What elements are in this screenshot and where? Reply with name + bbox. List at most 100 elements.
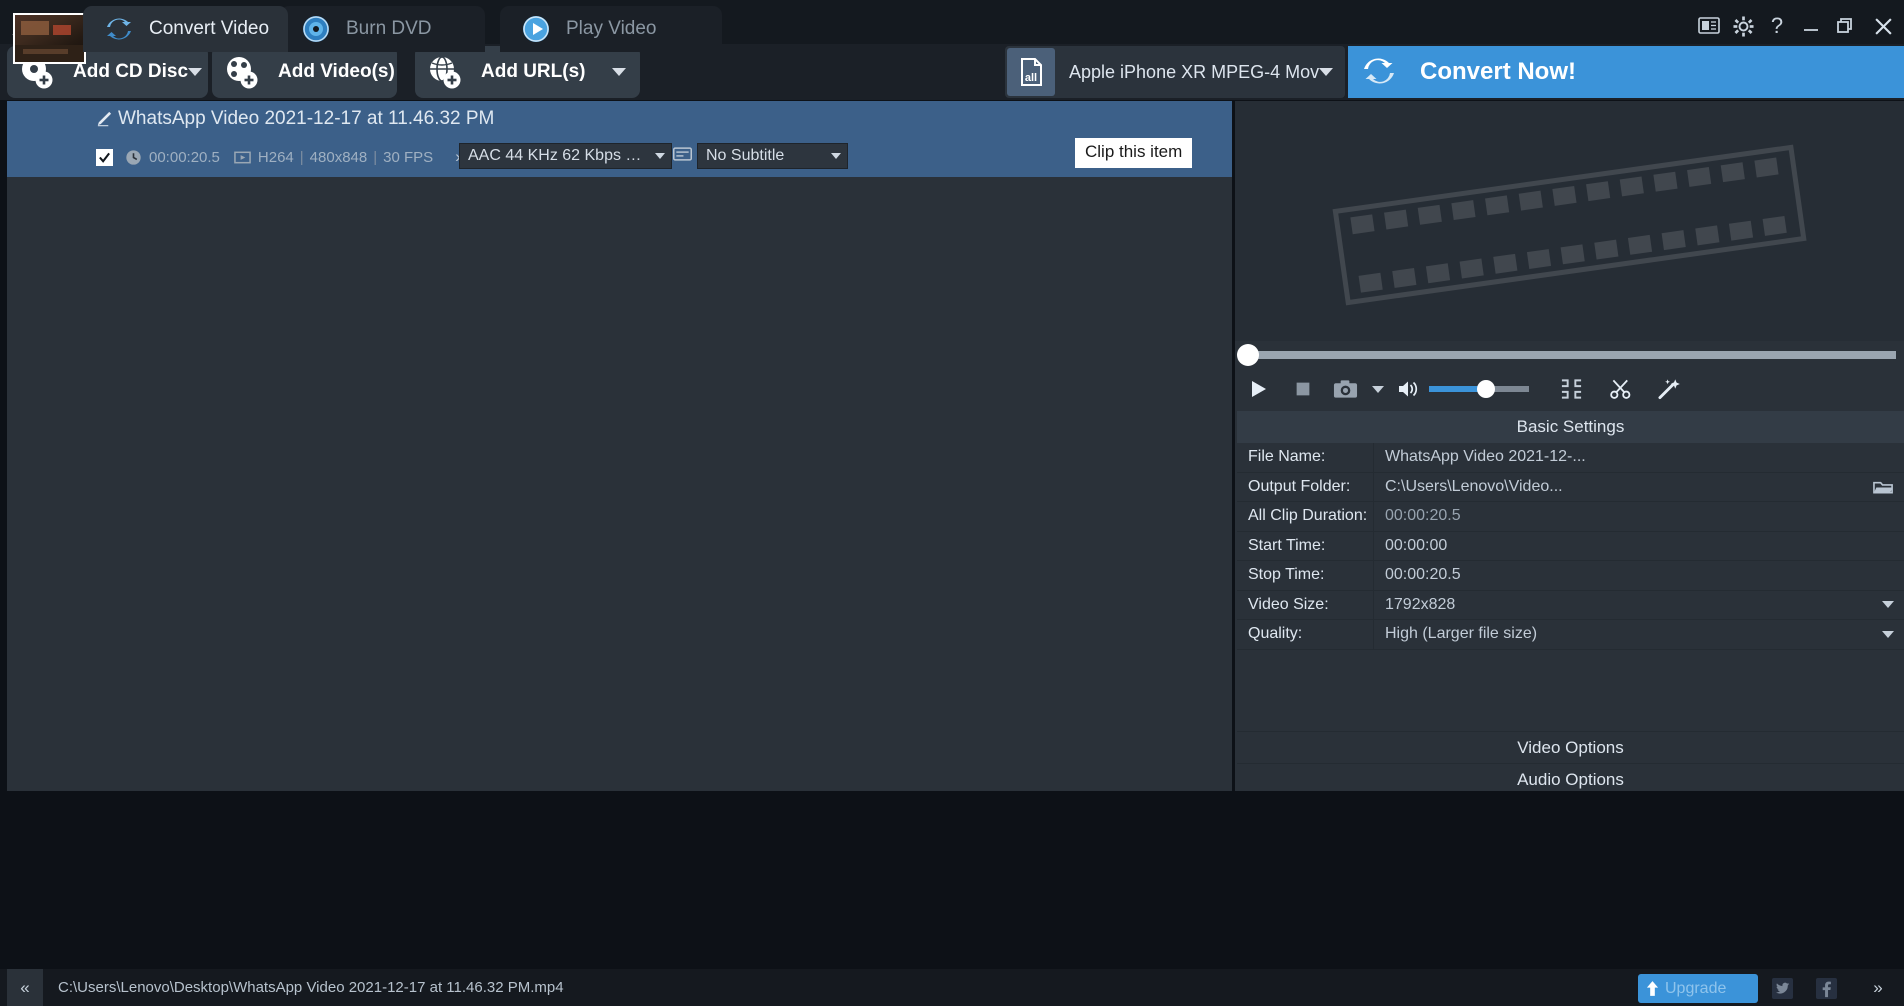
setting-key: File Name: (1237, 443, 1374, 472)
snapshot-icon[interactable] (1325, 369, 1365, 409)
audio-track-select[interactable]: AAC 44 KHz 62 Kbps 2 CH (... (459, 143, 672, 169)
tab-label: Burn DVD (346, 18, 432, 39)
setting-row-video-size[interactable]: Video Size: 1792x828 (1237, 590, 1904, 620)
status-file-path: C:\Users\Lenovo\Desktop\WhatsApp Video 2… (58, 979, 564, 996)
setting-row-start-time[interactable]: Start Time: 00:00:00 (1237, 531, 1904, 561)
audio-track-label: AAC 44 KHz 62 Kbps 2 CH (... (468, 147, 647, 164)
video-preview[interactable] (1235, 101, 1904, 341)
video-codec-icon (234, 149, 251, 166)
options-panel: Video Options Audio Options (1237, 731, 1904, 795)
clock-icon (125, 149, 142, 166)
setting-value[interactable]: High (Larger file size) (1374, 620, 1904, 649)
main-toolbar: Add CD Disc Add Video(s) Add URL(s) all … (0, 44, 1904, 100)
seek-track (1243, 351, 1896, 359)
tab-play-video[interactable]: Play Video (500, 6, 722, 52)
item-duration: 00:00:20.5 (149, 148, 220, 166)
setting-row-output-folder[interactable]: Output Folder: C:\Users\Lenovo\Video... (1237, 472, 1904, 502)
chevron-down-icon[interactable] (612, 68, 626, 76)
video-options-button[interactable]: Video Options (1237, 731, 1904, 763)
setting-row-all-clip-duration: All Clip Duration: 00:00:20.5 (1237, 502, 1904, 532)
item-fps: 30 FPS (383, 148, 434, 166)
svg-text:all: all (1025, 72, 1037, 84)
facebook-icon[interactable] (1812, 974, 1840, 1003)
setting-value[interactable]: C:\Users\Lenovo\Video... (1374, 473, 1873, 502)
audio-options-button[interactable]: Audio Options (1237, 763, 1904, 795)
volume-slider[interactable] (1429, 379, 1529, 399)
film-strip-placeholder-icon (1332, 144, 1807, 306)
chevron-down-icon[interactable] (1882, 630, 1894, 638)
seek-knob[interactable] (1237, 344, 1259, 366)
seek-slider[interactable] (1235, 341, 1904, 369)
video-thumbnail[interactable] (13, 13, 86, 64)
globe-plus-icon (427, 55, 461, 89)
item-checkbox[interactable] (96, 148, 113, 166)
output-profile-label: Apple iPhone XR MPEG-4 Movie (*.m... (1069, 61, 1319, 82)
chevron-down-icon[interactable] (1882, 601, 1894, 609)
fullscreen-icon[interactable] (1545, 369, 1597, 409)
setting-key: Quality: (1237, 620, 1374, 649)
subtitle-select[interactable]: No Subtitle (697, 143, 848, 169)
setting-row-file-name[interactable]: File Name: WhatsApp Video 2021-12-... (1237, 443, 1904, 473)
basic-settings-title: Basic Settings (1237, 411, 1904, 443)
convert-now-label: Convert Now! (1420, 58, 1576, 85)
basic-settings-panel: Basic Settings File Name: WhatsApp Video… (1237, 411, 1904, 650)
item-resolution: 480x848 (309, 148, 368, 166)
setting-value[interactable]: 00:00:20.5 (1374, 561, 1904, 590)
chevron-down-icon[interactable] (188, 68, 203, 76)
file-list (7, 101, 1232, 791)
item-title: WhatsApp Video 2021-12-17 at 11.46.32 PM (118, 108, 495, 129)
setting-key: Start Time: (1237, 531, 1374, 560)
setting-value[interactable]: 00:00:00 (1374, 532, 1904, 561)
thumb-detail (15, 45, 84, 62)
output-profile-select[interactable]: all Apple iPhone XR MPEG-4 Movie (*.m... (1005, 46, 1345, 98)
subtitle-icon (673, 147, 692, 161)
snapshot-dropdown-icon[interactable] (1365, 369, 1391, 409)
setting-value[interactable]: 1792x828 (1374, 591, 1904, 620)
stop-icon[interactable] (1281, 369, 1325, 409)
setting-value-text: High (Larger file size) (1385, 625, 1538, 643)
thumb-detail (53, 25, 71, 35)
chevron-down-icon (655, 153, 665, 159)
setting-key: All Clip Duration: (1237, 502, 1374, 531)
play-icon[interactable] (1235, 369, 1281, 409)
chevron-down-icon[interactable] (1319, 68, 1333, 76)
all-formats-icon: all (1007, 48, 1055, 96)
effect-icon[interactable] (1645, 369, 1693, 409)
add-urls-button[interactable]: Add URL(s) (415, 46, 640, 98)
clip-icon[interactable] (1597, 369, 1645, 409)
add-videos-label: Add Video(s) (278, 61, 395, 82)
help-glyph: ? (1770, 13, 1784, 38)
setting-key: Stop Time: (1237, 561, 1374, 590)
upgrade-arrow-icon (1646, 980, 1659, 997)
setting-key: Output Folder: (1237, 472, 1374, 501)
setting-value[interactable]: WhatsApp Video 2021-12-... (1374, 443, 1904, 472)
collapse-panel-button[interactable]: « (7, 969, 43, 1006)
convert-icon (1362, 54, 1398, 90)
tab-convert-video[interactable]: Convert Video (83, 6, 288, 52)
setting-row-quality[interactable]: Quality: High (Larger file size) (1237, 620, 1904, 650)
add-cd-disc-label: Add CD Disc (73, 61, 189, 82)
volume-icon[interactable] (1391, 369, 1427, 409)
right-panel: Basic Settings File Name: WhatsApp Video… (1235, 101, 1904, 791)
setting-row-stop-time[interactable]: Stop Time: 00:00:20.5 (1237, 561, 1904, 591)
play-circle-icon (522, 15, 550, 43)
edit-name-icon[interactable] (96, 110, 113, 127)
item-metadata-row: 00:00:20.5 H264 | 480x848 | 30 FPS › (96, 145, 521, 169)
tooltip: Clip this item (1075, 138, 1193, 168)
add-videos-button[interactable]: Add Video(s) (212, 46, 397, 98)
volume-knob[interactable] (1477, 380, 1495, 398)
tab-label: Play Video (566, 18, 657, 39)
upgrade-button[interactable]: Upgrade (1638, 974, 1758, 1003)
chevron-down-icon (831, 153, 841, 159)
convert-now-button[interactable]: Convert Now! (1348, 46, 1904, 98)
status-bar: « C:\Users\Lenovo\Desktop\WhatsApp Video… (0, 969, 1904, 1006)
setting-value-text: 1792x828 (1385, 595, 1456, 613)
metadata-separator: | (299, 148, 304, 166)
metadata-separator: | (373, 148, 378, 166)
expand-panel-button[interactable]: » (1860, 969, 1896, 1006)
folder-icon[interactable] (1873, 479, 1894, 495)
subtitle-label: No Subtitle (706, 147, 785, 164)
twitter-icon[interactable] (1768, 974, 1796, 1003)
setting-key: Video Size: (1237, 590, 1374, 619)
tab-burn-dvd[interactable]: Burn DVD (280, 6, 485, 52)
